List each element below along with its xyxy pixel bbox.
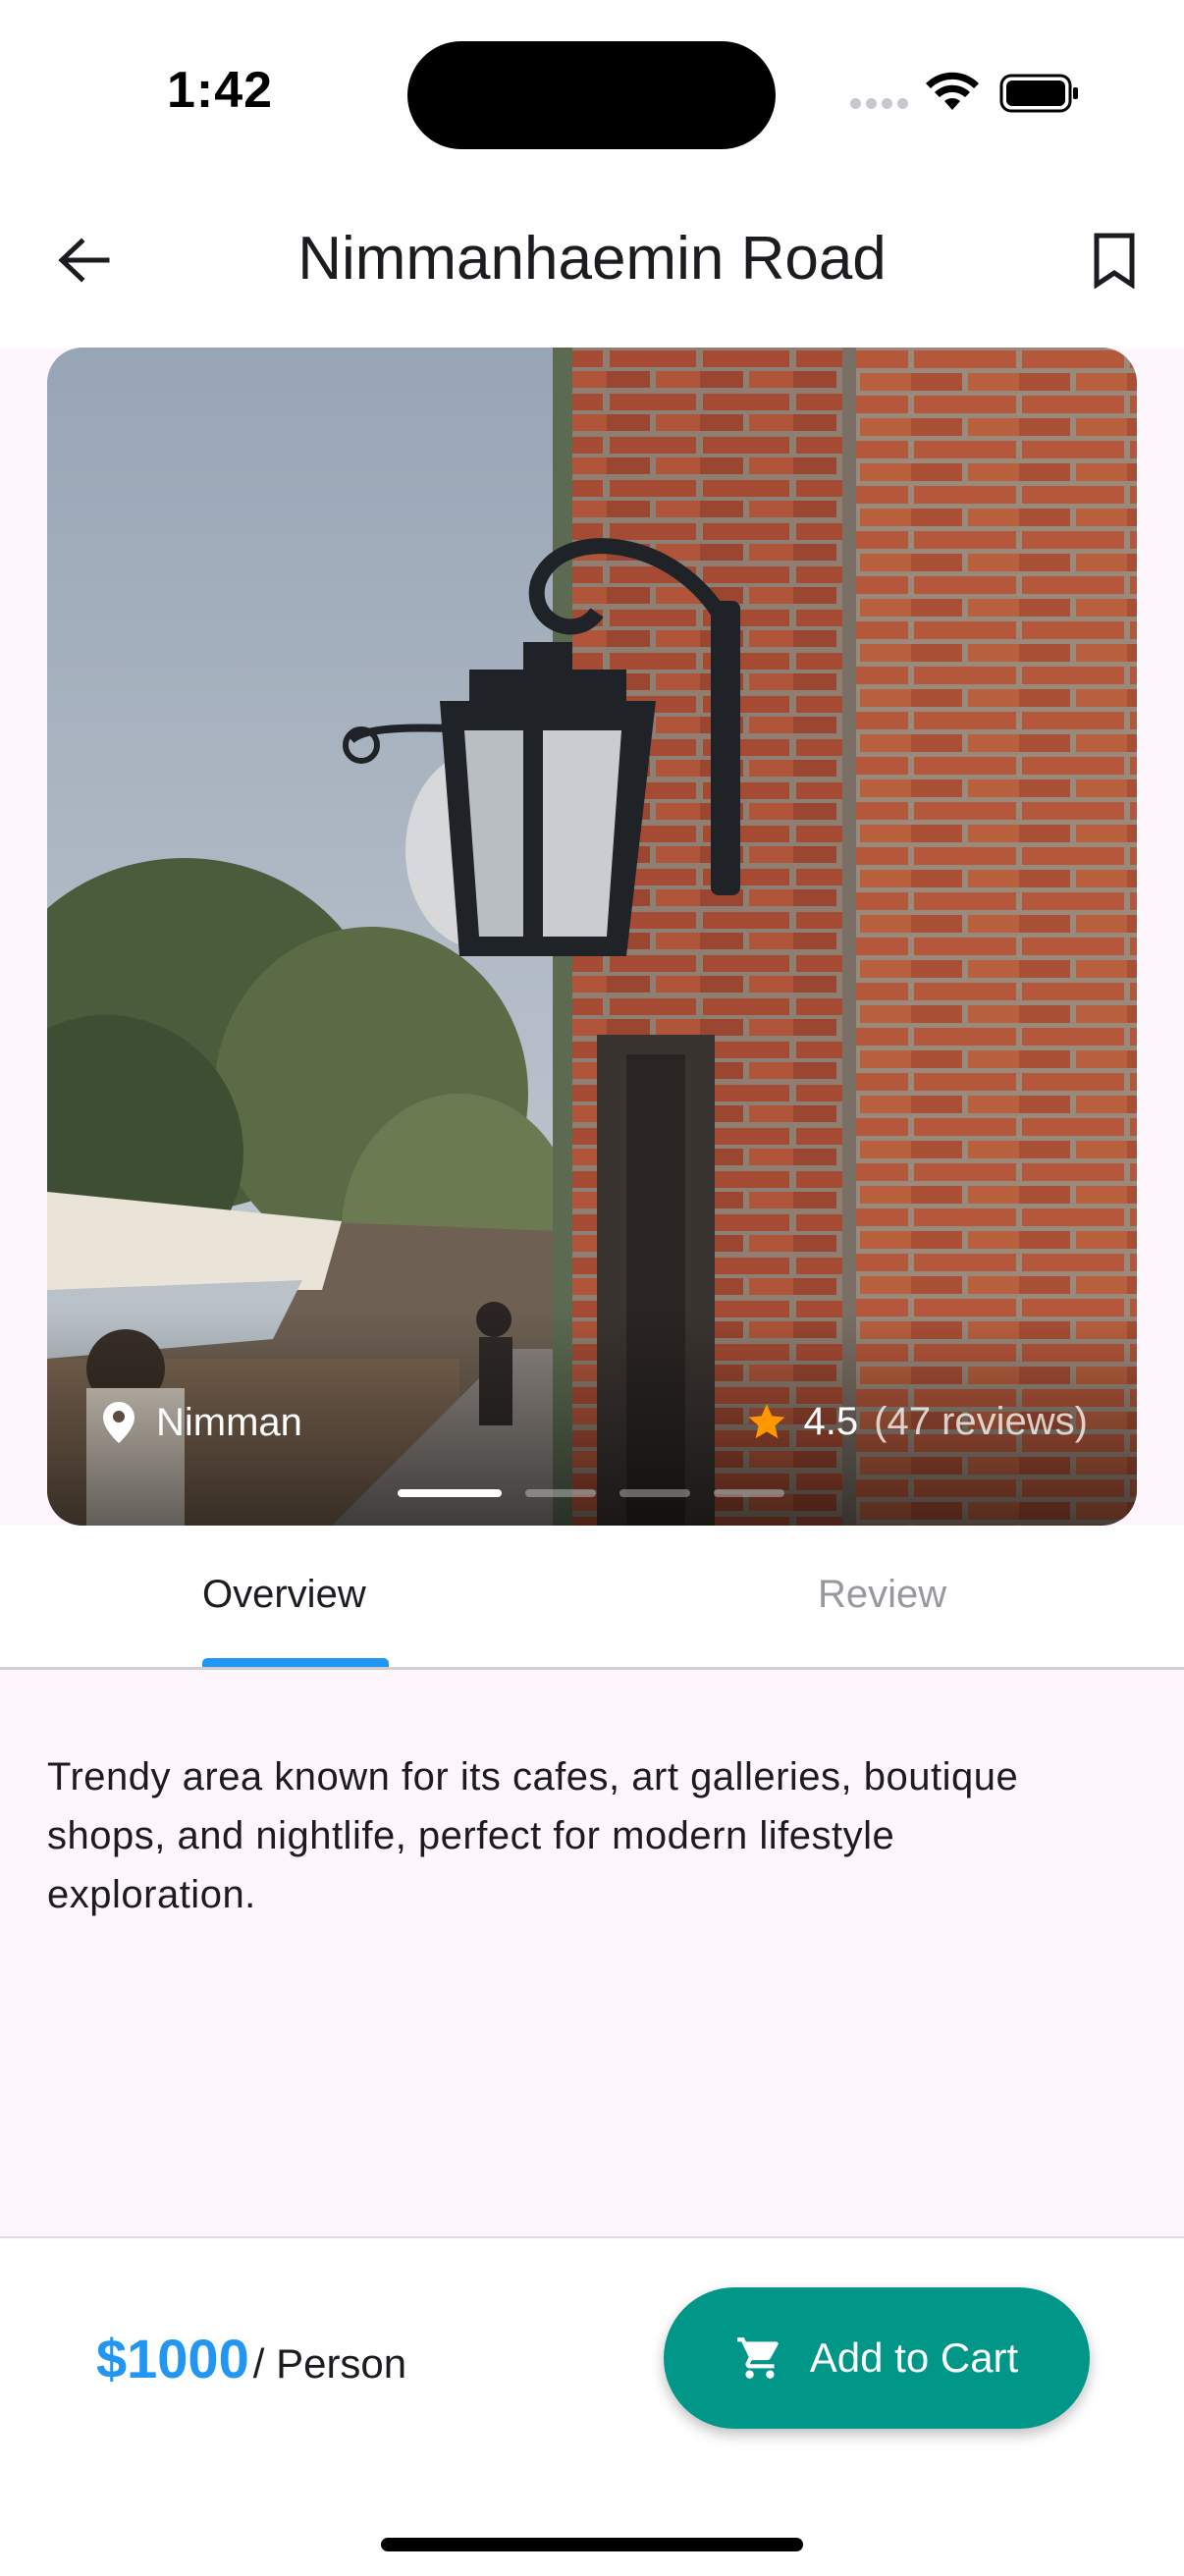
tab-review[interactable]: Review [818, 1573, 946, 1617]
star-icon [748, 1403, 784, 1438]
tab-bar: Overview Review [0, 1526, 1184, 1670]
location-label: Nimman [101, 1400, 302, 1445]
location-pin-icon [103, 1402, 135, 1443]
price-unit: / Person [252, 2340, 407, 2387]
image-carousel[interactable]: Nimman 4.5 (47 reviews) [47, 348, 1137, 1526]
carousel-dot[interactable] [525, 1489, 596, 1497]
overview-description: Trendy area known for its cafes, art gal… [47, 1755, 1019, 1916]
carousel-dot[interactable] [714, 1489, 784, 1497]
app-bar: Nimmanhaemin Road [0, 187, 1184, 349]
price-amount: $1000 [96, 2328, 249, 2389]
tab-indicator [202, 1658, 389, 1667]
page-title: Nimmanhaemin Road [297, 225, 887, 293]
location-name: Nimman [156, 1400, 302, 1444]
back-button[interactable] [49, 226, 118, 295]
add-to-cart-button[interactable]: Add to Cart [664, 2287, 1090, 2429]
rating-label: 4.5 (47 reviews) [745, 1400, 1088, 1444]
status-time: 1:42 [167, 62, 274, 119]
dynamic-island [407, 41, 776, 149]
carousel-indicator [398, 1489, 784, 1499]
bookmark-button[interactable] [1080, 226, 1149, 295]
home-indicator[interactable] [381, 2538, 803, 2551]
cellular-signal-icon [850, 98, 909, 112]
status-bar: 1:42 [0, 0, 1184, 187]
tab-overview[interactable]: Overview [202, 1573, 366, 1617]
bottom-bar: $1000 / Person Add to Cart [0, 2236, 1184, 2576]
add-to-cart-label: Add to Cart [809, 2334, 1019, 2381]
review-count: (47 reviews) [874, 1400, 1088, 1443]
shopping-cart-icon [736, 2337, 779, 2379]
arrow-left-icon [58, 238, 110, 283]
price-label: $1000 / Person [96, 2327, 406, 2390]
rating-value: 4.5 [803, 1400, 859, 1443]
carousel-dot[interactable] [619, 1489, 690, 1497]
wifi-icon [926, 72, 979, 110]
battery-icon [999, 74, 1078, 113]
carousel-dot[interactable] [398, 1489, 502, 1497]
bookmark-outline-icon [1094, 233, 1135, 289]
